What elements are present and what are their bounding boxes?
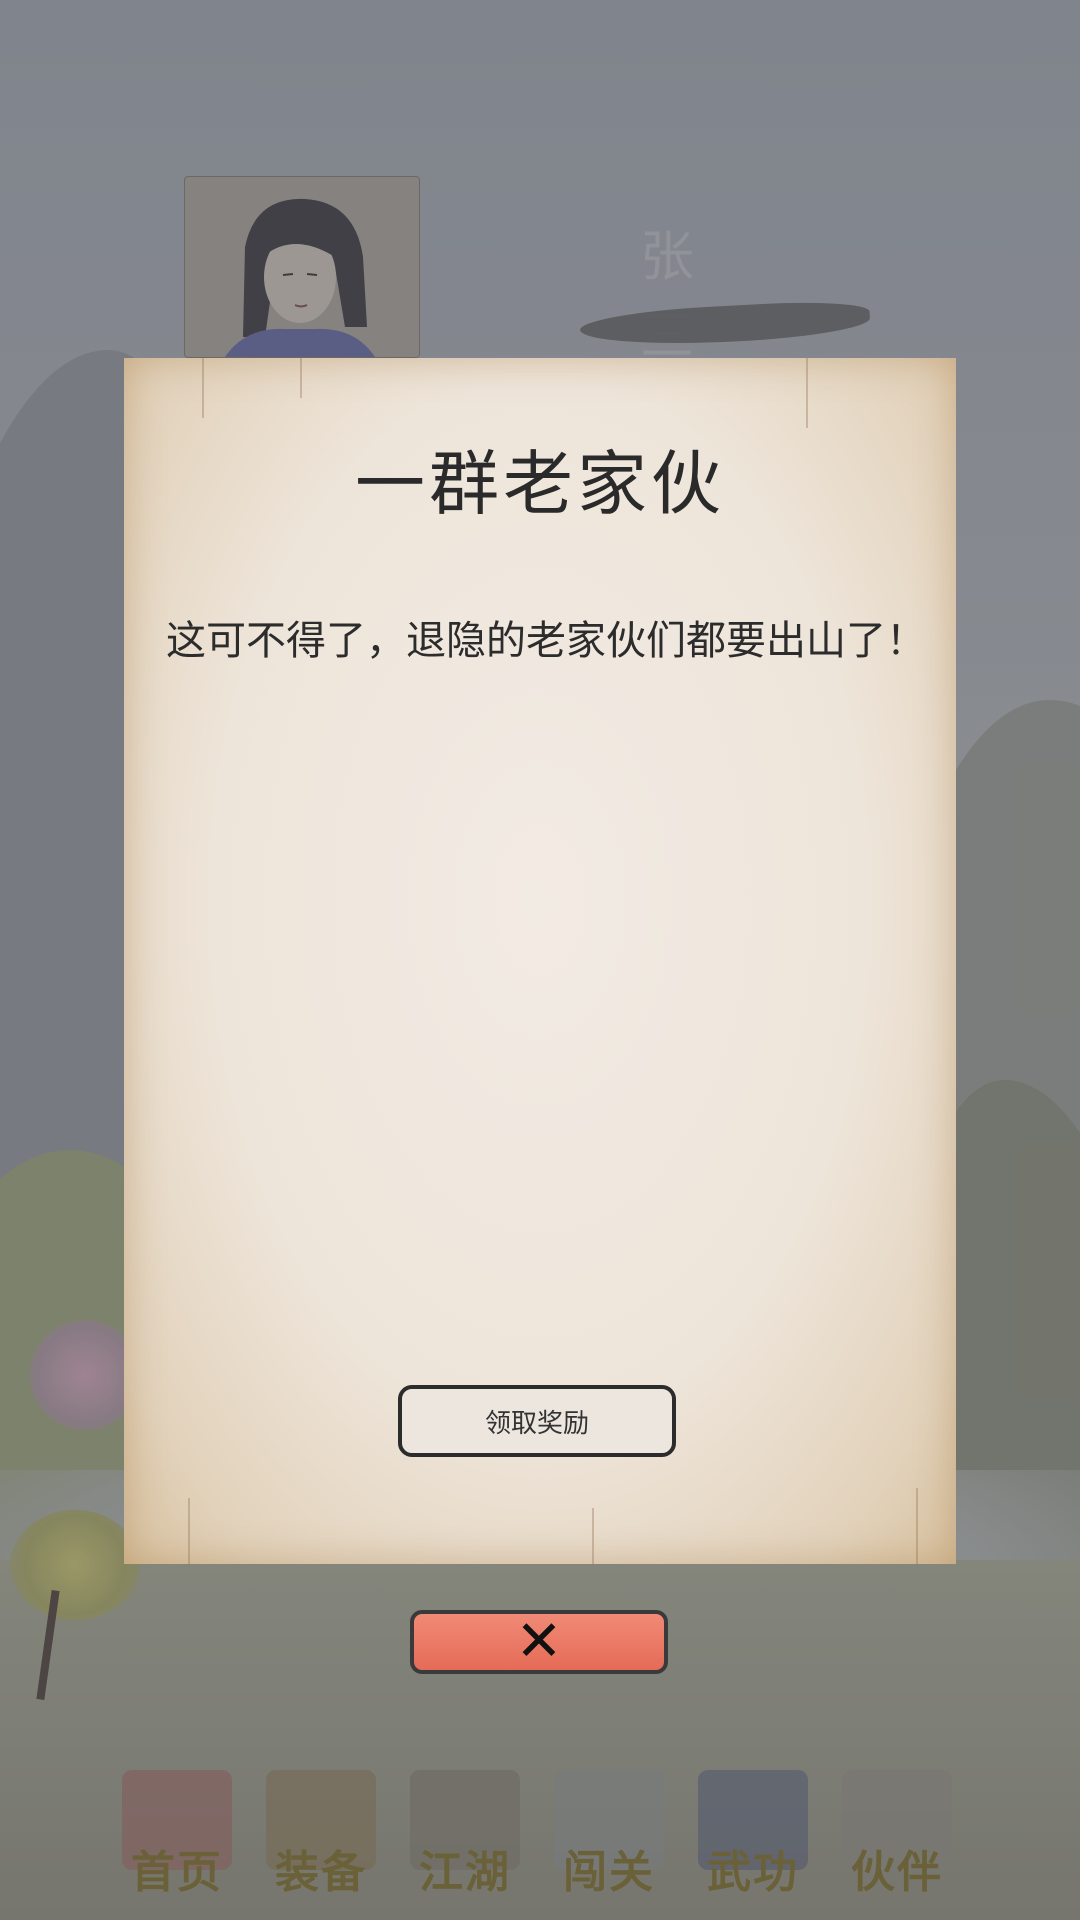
paper-crease bbox=[592, 1508, 594, 1564]
claim-reward-button[interactable]: 领取奖励 bbox=[398, 1385, 676, 1457]
dialog-description: 这可不得了，退隐的老家伙们都要出山了！ bbox=[166, 618, 926, 664]
quest-dialog: 一群老家伙 这可不得了，退隐的老家伙们都要出山了！ 领取奖励 bbox=[124, 358, 956, 1564]
dialog-title: 一群老家伙 bbox=[355, 443, 725, 525]
paper-crease bbox=[300, 358, 302, 398]
paper-crease bbox=[806, 358, 808, 428]
paper-crease bbox=[916, 1488, 918, 1564]
close-button[interactable]: ✕ bbox=[410, 1610, 668, 1674]
paper-crease bbox=[202, 358, 204, 418]
paper-crease bbox=[188, 1498, 190, 1564]
close-icon: ✕ bbox=[515, 1609, 563, 1674]
